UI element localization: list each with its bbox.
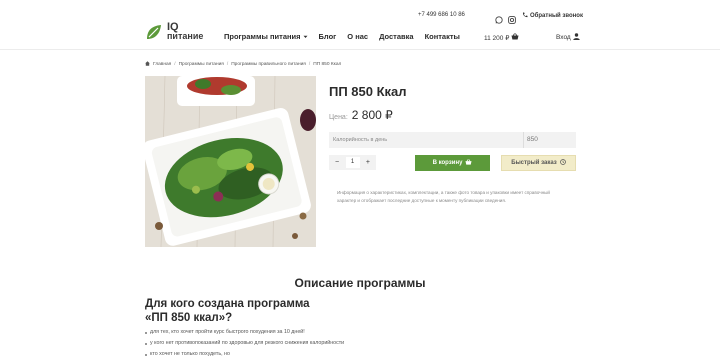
- program-heading: Для кого создана программа «ПП 850 ккал»…: [145, 298, 310, 324]
- phone-number[interactable]: +7 499 686 10 86: [418, 12, 465, 18]
- login-button[interactable]: Вход: [556, 33, 580, 42]
- list-item: кто хочет не только похудеть, но: [145, 349, 344, 357]
- calories-value[interactable]: 850: [527, 136, 538, 143]
- phone-icon: [522, 12, 528, 20]
- nav-item-blog[interactable]: Блог: [319, 32, 337, 41]
- decrement-button[interactable]: −: [335, 159, 339, 166]
- social-links: [495, 11, 516, 24]
- calories-label: Калорийность в день: [333, 137, 388, 143]
- instagram-icon[interactable]: [508, 11, 516, 24]
- price-row: Цена: 2 800 ₽: [329, 108, 393, 122]
- caret-down-icon: [303, 32, 308, 41]
- cart-total: 11 200 ₽: [484, 34, 510, 42]
- breadcrumb-current: ПП 850 Ккал: [313, 62, 342, 67]
- breadcrumb: Главная / Программы питания / Программы …: [145, 61, 341, 68]
- breadcrumb-programs[interactable]: Программы питания: [179, 62, 224, 67]
- breadcrumb-home[interactable]: Главная: [153, 62, 171, 67]
- breadcrumb-healthy-programs[interactable]: Программы правильного питания: [231, 62, 306, 67]
- site-logo[interactable]: IQ питание: [145, 22, 204, 41]
- nav-item-delivery[interactable]: Доставка: [379, 32, 413, 41]
- home-icon: [145, 61, 150, 68]
- header-divider: [0, 49, 720, 50]
- quantity-input[interactable]: 1: [345, 157, 360, 168]
- nav-item-about[interactable]: О нас: [347, 32, 368, 41]
- login-label: Вход: [556, 34, 571, 41]
- product-title: ПП 850 Ккал: [329, 84, 407, 99]
- section-title: Описание программы: [294, 276, 426, 290]
- basket-icon: [511, 33, 519, 42]
- calories-selector[interactable]: Калорийность в день 850: [329, 132, 576, 148]
- price-value: 2 800 ₽: [351, 108, 393, 122]
- list-item: для тех, кто хочет пройти курс быстрого …: [145, 327, 344, 338]
- add-to-cart-button[interactable]: В корзину: [415, 155, 490, 171]
- list-item: у кого нет противопоказаний по здоровью …: [145, 338, 344, 349]
- increment-button[interactable]: +: [366, 159, 370, 166]
- leaf-logo-icon: [145, 23, 163, 41]
- product-photo[interactable]: [145, 76, 316, 247]
- audience-list: для тех, кто хочет пройти курс быстрого …: [145, 327, 344, 357]
- basket-icon: [465, 159, 472, 167]
- quick-order-button[interactable]: Быстрый заказ: [501, 155, 576, 171]
- callback-link[interactable]: Обратный звонок: [522, 12, 583, 20]
- nav-item-contacts[interactable]: Контакты: [425, 32, 460, 41]
- main-nav: Программы питания Блог О нас Доставка Ко…: [224, 32, 471, 41]
- logo-text-pitanie: питание: [167, 31, 204, 41]
- quantity-stepper: − 1 +: [329, 155, 376, 170]
- site-header: IQ питание +7 499 686 10 86 Обратный зво…: [0, 0, 720, 50]
- nav-item-programs[interactable]: Программы питания: [224, 32, 308, 41]
- cart-button[interactable]: 11 200 ₽: [484, 33, 519, 42]
- clock-icon: [559, 159, 566, 167]
- user-icon: [573, 33, 580, 42]
- product-disclaimer: Информация о характеристиках, комплектац…: [337, 190, 550, 203]
- price-label: Цена:: [329, 114, 348, 121]
- callback-label: Обратный звонок: [530, 13, 583, 19]
- whatsapp-icon[interactable]: [495, 11, 503, 24]
